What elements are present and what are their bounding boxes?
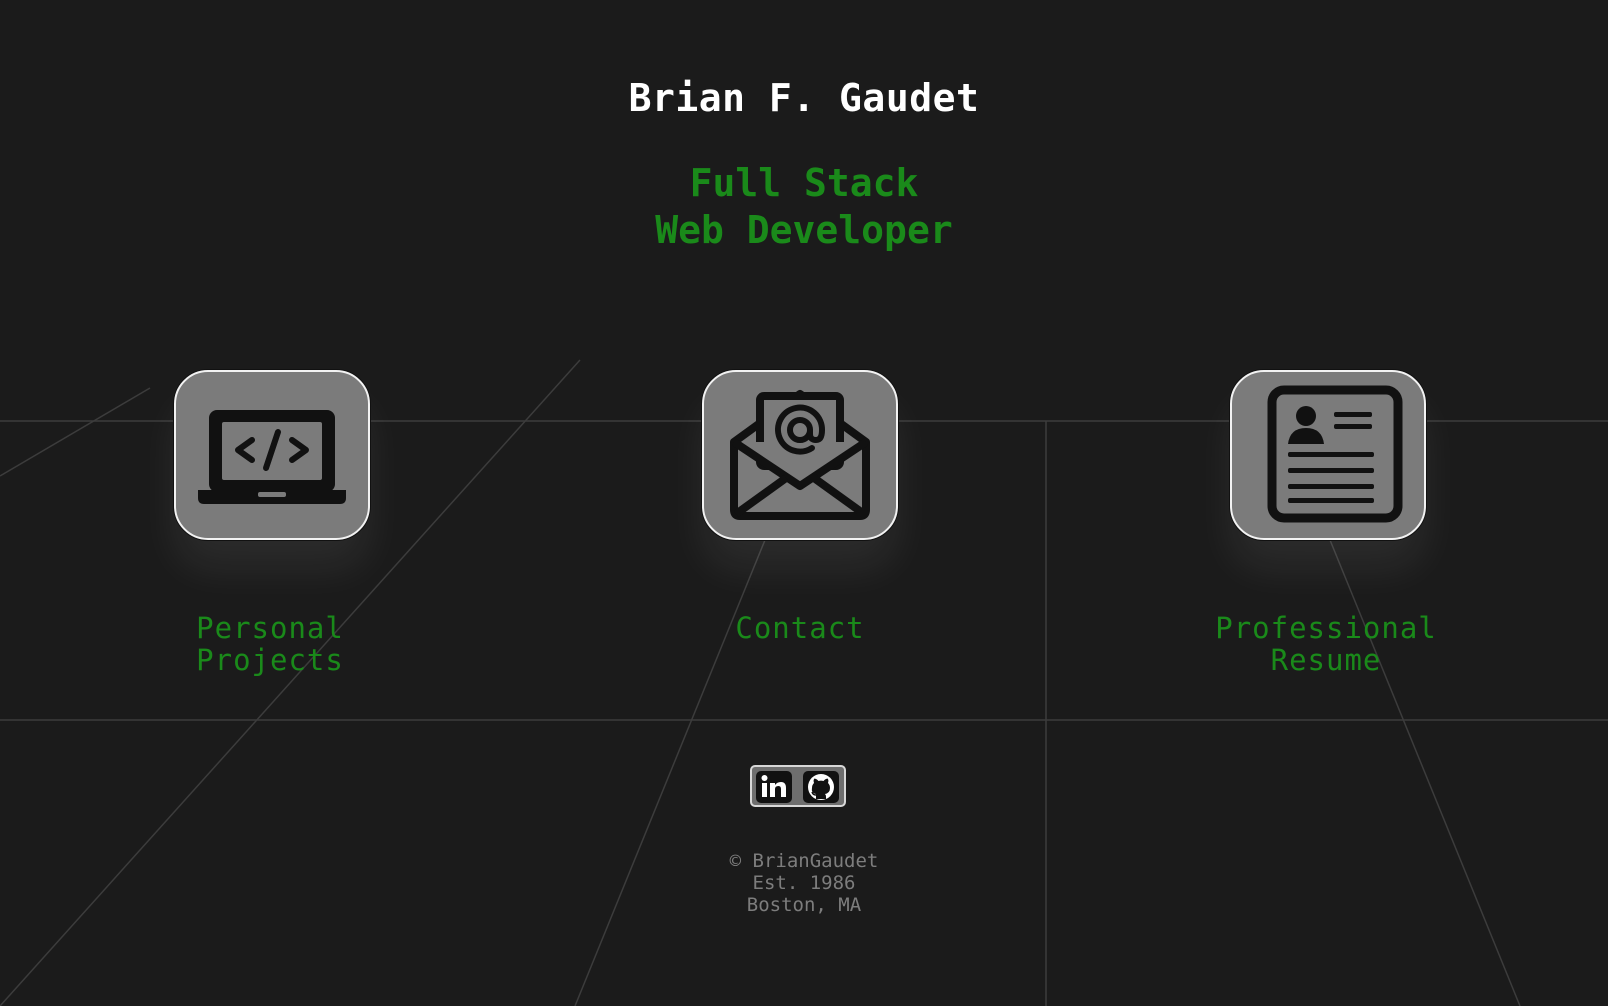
personal-projects-label-line-2: Projects [196,643,344,677]
personal-projects-button[interactable] [174,370,370,540]
tagline-line-2: Web Developer [655,208,953,252]
personal-projects-tile[interactable] [174,370,370,540]
linkedin-link[interactable] [755,771,793,803]
contact-tile[interactable] [702,370,898,540]
copyright-text: © BrianGaudet [729,850,879,872]
personal-projects-label-line-1: Personal [196,611,344,645]
resume-icon [1267,385,1403,523]
page-title: Brian F. Gaudet [628,76,980,120]
professional-resume-button[interactable] [1230,370,1426,540]
professional-resume-label-line-1: Professional [1215,611,1437,645]
professional-resume-label-line-2: Resume [1270,643,1382,677]
contact-button[interactable] [702,370,898,540]
professional-resume-link[interactable]: Professional Resume [1196,612,1456,676]
social-links [750,765,846,807]
github-icon [803,771,839,803]
contact-link[interactable]: Contact [700,612,900,644]
github-link[interactable] [802,771,840,803]
footer: © BrianGaudet Est. 1986 Boston, MA [0,850,1608,916]
tagline-line-1: Full Stack [689,161,919,205]
personal-projects-link[interactable]: Personal Projects [170,612,370,676]
laptop-code-icon [198,410,346,504]
location-text: Boston, MA [746,894,862,916]
professional-resume-tile[interactable] [1230,370,1426,540]
tagline: Full Stack Web Developer [0,160,1608,254]
landing-page: Brian F. Gaudet Full Stack Web Developer… [0,0,1608,1006]
established-text: Est. 1986 [752,872,856,894]
linkedin-icon [756,771,792,803]
contact-label: Contact [735,611,865,645]
envelope-at-icon [730,390,870,520]
